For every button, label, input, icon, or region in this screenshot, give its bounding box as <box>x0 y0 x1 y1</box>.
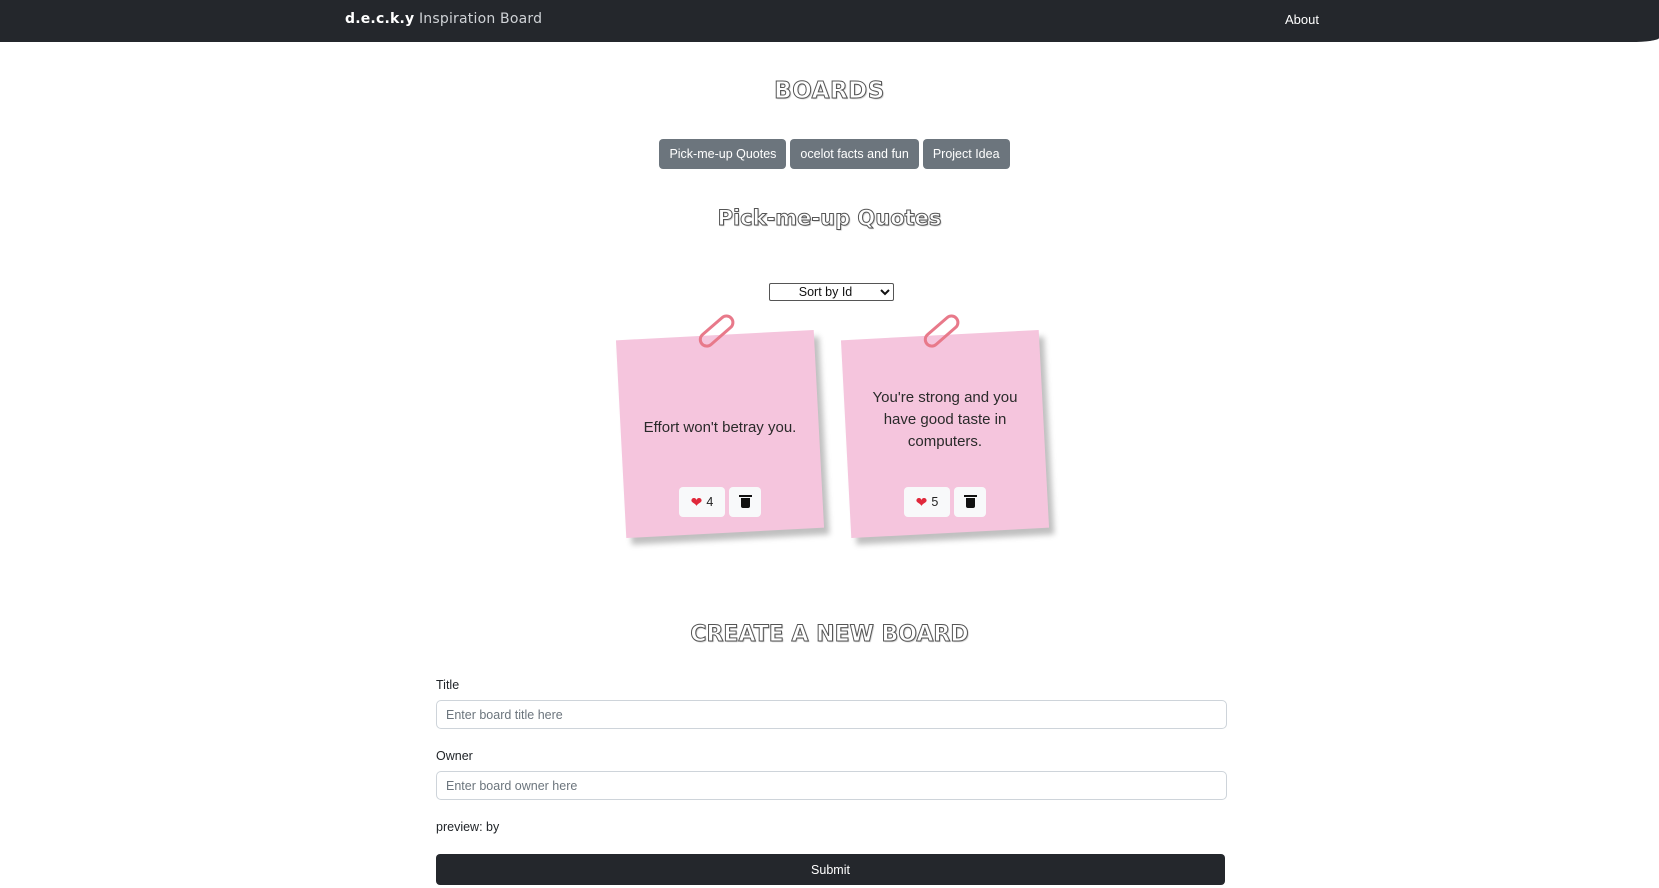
selected-board-title: Pick-me-up Quotes <box>717 206 942 231</box>
card: You're strong and you have good taste in… <box>840 311 1050 539</box>
like-button[interactable]: ❤ 4 <box>679 487 725 517</box>
brand-link[interactable]: d.e.c.k.y Inspiration Board <box>345 11 542 27</box>
card-message: You're strong and you have good taste in… <box>872 389 1018 450</box>
like-button[interactable]: ❤ 5 <box>904 487 950 517</box>
brand-subtitle: Inspiration Board <box>414 11 543 27</box>
card: Effort won't betray you. ❤ 4 <box>615 311 825 539</box>
heart-icon: ❤ <box>915 493 928 510</box>
board-title-input[interactable] <box>436 700 1227 729</box>
board-button-project-idea[interactable]: Project Idea <box>922 139 1010 169</box>
delete-card-button[interactable] <box>954 487 986 517</box>
about-link[interactable]: About <box>1285 12 1319 27</box>
heart-icon: ❤ <box>690 493 703 510</box>
paperclip-icon <box>695 311 738 351</box>
like-count: 5 <box>931 495 939 509</box>
trash-icon <box>963 495 977 508</box>
navbar: d.e.c.k.y Inspiration Board About <box>0 0 1659 42</box>
card-actions: ❤ 4 <box>621 487 819 517</box>
boards-heading: BOARDS <box>774 78 885 105</box>
board-button-pick-me-up-quotes[interactable]: Pick-me-up Quotes <box>659 139 787 169</box>
board-button-ocelot-facts[interactable]: ocelot facts and fun <box>790 139 919 169</box>
board-list: Pick-me-up Quotes ocelot facts and fun P… <box>0 139 1659 169</box>
card-actions: ❤ 5 <box>846 487 1044 517</box>
title-label: Title <box>436 678 460 692</box>
sort-select[interactable]: Sort by Id <box>769 283 894 301</box>
card-message: Effort won't betray you. <box>643 419 797 436</box>
board-preview: preview: by <box>436 820 500 834</box>
trash-icon <box>738 495 752 508</box>
brand-name: d.e.c.k.y <box>345 11 415 27</box>
create-board-heading: CREATE A NEW BOARD <box>690 622 969 648</box>
owner-label: Owner <box>436 749 473 763</box>
paperclip-icon <box>920 311 963 351</box>
like-count: 4 <box>706 495 714 509</box>
board-owner-input[interactable] <box>436 771 1227 800</box>
delete-card-button[interactable] <box>729 487 761 517</box>
submit-button[interactable]: Submit <box>436 854 1225 885</box>
